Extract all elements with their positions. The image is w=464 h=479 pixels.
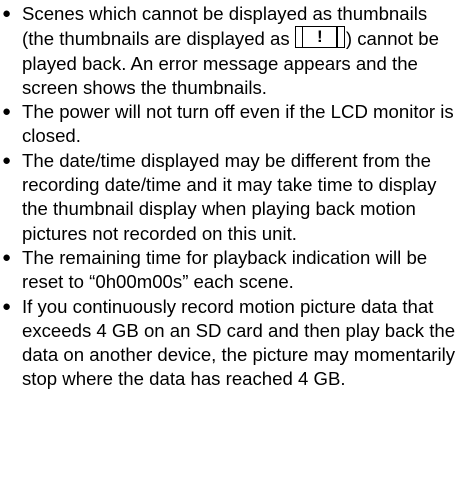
note-text: The remaining time for playback indicati… <box>22 246 428 293</box>
note-text: The date/time displayed may be different… <box>22 149 437 244</box>
note-unplayable-scenes: ● Scenes which cannot be displayed as th… <box>0 2 464 100</box>
note-remaining-time: ● The remaining time for playback indica… <box>0 246 464 295</box>
note-date-time: ● The date/time displayed may be differe… <box>0 149 464 246</box>
bullet-icon: ● <box>2 248 12 266</box>
bullet-icon: ● <box>2 103 12 121</box>
notes-list: ● Scenes which cannot be displayed as th… <box>0 2 464 392</box>
note-text: The power will not turn off even if the … <box>22 101 454 147</box>
bullet-icon: ● <box>2 151 12 169</box>
warning-thumbnail-icon: ! <box>294 26 345 49</box>
exclamation-icon: ! <box>317 27 323 47</box>
note-text: If you continuously record motion pictur… <box>22 295 456 390</box>
note-4gb-limit: ● If you continuously record motion pict… <box>0 295 464 392</box>
bullet-icon: ● <box>2 297 12 315</box>
note-power-lcd: ● The power will not turn off even if th… <box>0 100 464 149</box>
bullet-icon: ● <box>2 5 12 22</box>
